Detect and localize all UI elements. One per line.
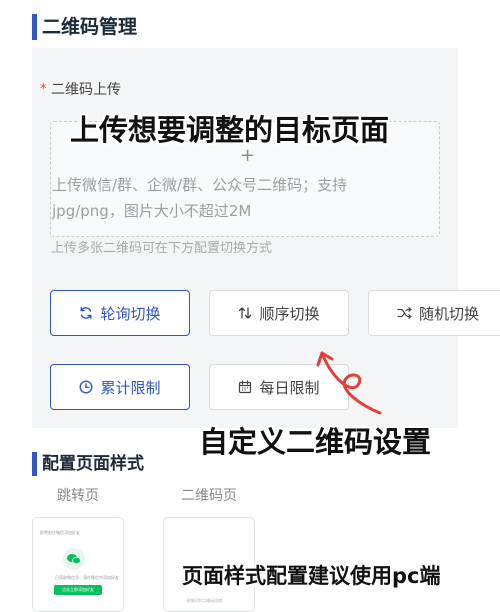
section-title-qr-management: 二维码管理 <box>42 16 138 38</box>
sort-arrows-icon <box>238 306 252 320</box>
caption-pc-suggestion: 页面样式配置建议使用pc端 <box>182 564 441 588</box>
section-accent-bar <box>32 14 37 40</box>
tab-jump-page[interactable]: 跳转页 <box>57 487 99 505</box>
shuffle-icon <box>397 306 412 320</box>
refresh-icon <box>79 306 93 320</box>
sequential-switch-label: 顺序切换 <box>259 304 320 323</box>
clock-icon <box>79 380 93 394</box>
required-mark: * <box>40 82 47 97</box>
random-switch-button[interactable]: 随机切换 <box>368 290 500 336</box>
cumulative-limit-label: 累计限制 <box>100 378 161 397</box>
section-accent-bar <box>32 452 37 476</box>
upload-label: 二维码上传 <box>51 82 121 98</box>
annotation-arrow-icon <box>316 351 382 415</box>
poll-switch-button[interactable]: 轮询切换 <box>50 290 190 336</box>
random-switch-label: 随机切换 <box>418 304 479 323</box>
preview-tip-text: 已获取微信号，请在微信中添加好友 <box>55 575 119 580</box>
plus-icon: + <box>240 145 256 166</box>
multi-upload-hint: 上传多张二维码可在下方配置切换方式 <box>51 241 273 256</box>
caption-custom-settings: 自定义二维码设置 <box>199 425 432 459</box>
section-title-page-style: 配置页面样式 <box>42 454 144 474</box>
preview-header-text: 即将前往微信添加好友 <box>40 530 80 535</box>
calendar-icon <box>238 380 252 394</box>
preview-add-friend-button: 点击立即添加好友 <box>54 585 102 595</box>
upload-hint: 上传微信/群、企微/群、公众号二维码；支持jpg/png，图片大小不超过2M <box>52 176 348 220</box>
cumulative-limit-button[interactable]: 累计限制 <box>50 364 190 410</box>
caption-upload-target: 上传想要调整的目标页面 <box>70 113 390 147</box>
preview-qr-tip-text: 长按识别二维码添加 <box>186 598 222 603</box>
poll-switch-label: 轮询切换 <box>100 304 161 323</box>
wechat-icon <box>63 548 85 570</box>
sequential-switch-button[interactable]: 顺序切换 <box>209 290 349 336</box>
tab-qr-page[interactable]: 二维码页 <box>181 487 237 505</box>
